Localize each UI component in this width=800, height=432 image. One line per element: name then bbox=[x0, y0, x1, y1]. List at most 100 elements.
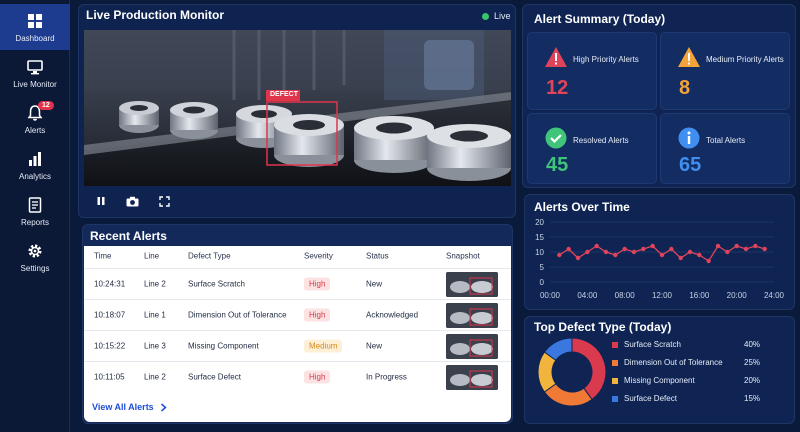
warning-icon bbox=[678, 47, 700, 67]
x-tick-label: 20:00 bbox=[727, 291, 748, 300]
x-tick-label: 00:00 bbox=[540, 291, 561, 300]
y-tick-label: 0 bbox=[540, 278, 545, 287]
row-line: Line 2 bbox=[144, 279, 166, 289]
row-line: Line 1 bbox=[144, 310, 166, 320]
data-point bbox=[687, 249, 693, 255]
fullscreen-button[interactable] bbox=[159, 195, 170, 207]
x-tick-label: 04:00 bbox=[577, 291, 598, 300]
row-status: New bbox=[366, 279, 383, 289]
card-label: Resolved Alerts bbox=[573, 136, 629, 145]
table-row[interactable]: 10:15:22 Line 3 Missing Component Medium… bbox=[84, 330, 511, 361]
warning-icon bbox=[545, 47, 567, 67]
video-controls bbox=[84, 188, 511, 214]
data-point bbox=[762, 246, 767, 252]
resolved-alerts-card[interactable]: Resolved Alerts 45 bbox=[527, 113, 657, 184]
y-tick-label: 15 bbox=[535, 233, 544, 242]
card-value: 45 bbox=[546, 154, 569, 176]
table-row[interactable]: 10:11:05 Line 2 Surface Defect High In P… bbox=[84, 361, 511, 392]
legend-label: Missing Component bbox=[624, 376, 695, 385]
high-priority-card[interactable]: High Priority Alerts 12 bbox=[527, 32, 657, 110]
legend-label: Surface Defect bbox=[624, 394, 677, 403]
sidebar-item-label: Reports bbox=[20, 217, 49, 227]
legend-item: Surface Defect 15% bbox=[612, 394, 762, 406]
row-status: In Progress bbox=[366, 372, 407, 382]
row-time: 10:11:05 bbox=[94, 372, 125, 382]
legend-swatch bbox=[612, 342, 618, 348]
data-point bbox=[743, 246, 749, 252]
row-line: Line 2 bbox=[144, 372, 166, 382]
table-row[interactable]: 10:24:31 Line 2 Surface Scratch High New bbox=[84, 268, 511, 299]
card-value: 65 bbox=[679, 154, 702, 176]
legend-item: Surface Scratch 40% bbox=[612, 340, 762, 352]
sidebar-item-live-monitor[interactable]: Live Monitor bbox=[0, 50, 70, 96]
legend-swatch bbox=[612, 396, 618, 402]
x-tick-label: 12:00 bbox=[652, 291, 673, 300]
snapshot-thumbnail[interactable] bbox=[446, 334, 498, 359]
medium-priority-card[interactable]: Medium Priority Alerts 8 bbox=[660, 32, 790, 110]
sidebar-item-analytics[interactable]: Analytics bbox=[0, 142, 70, 188]
severity-badge: High bbox=[304, 308, 331, 322]
legend-percent: 20% bbox=[744, 376, 761, 385]
data-point bbox=[585, 249, 590, 255]
defect-legend: Surface Scratch 40% Dimension Out of Toler… bbox=[524, 340, 795, 420]
legend-item: Missing Component 20% bbox=[612, 376, 762, 388]
legend-swatch bbox=[612, 378, 618, 384]
table-row[interactable]: 10:18:07 Line 1 Dimension Out of Toleran… bbox=[84, 299, 511, 330]
data-point bbox=[659, 252, 665, 258]
row-time: 10:15:22 bbox=[94, 341, 126, 351]
sidebar-item-dashboard[interactable]: Dashboard bbox=[0, 4, 70, 50]
alerts-count-badge: 12 bbox=[38, 101, 54, 110]
data-point bbox=[706, 258, 711, 264]
legend-label: Surface Scratch bbox=[624, 340, 681, 349]
legend-item: Dimension Out of Tolerance 25% bbox=[612, 358, 762, 370]
data-point bbox=[566, 246, 571, 252]
recent-alerts-table: Time Line Defect Type Severity Status Sn… bbox=[84, 246, 511, 422]
col-severity: Severity bbox=[304, 251, 333, 261]
snapshot-button[interactable] bbox=[126, 196, 139, 207]
live-indicator: Live bbox=[482, 11, 511, 21]
recent-alerts-title: Recent Alerts bbox=[90, 229, 167, 243]
data-point bbox=[603, 249, 609, 255]
col-time: Time bbox=[94, 251, 112, 261]
legend-percent: 40% bbox=[744, 340, 761, 349]
pause-button[interactable] bbox=[96, 196, 106, 206]
chevron-right-icon bbox=[160, 402, 167, 412]
data-point bbox=[697, 252, 702, 258]
sidebar-item-settings[interactable]: Settings bbox=[0, 234, 70, 280]
sidebar-item-label: Alerts bbox=[24, 125, 46, 135]
data-point bbox=[678, 255, 683, 261]
data-point bbox=[650, 243, 655, 249]
severity-badge: Medium bbox=[304, 339, 343, 353]
snapshot-thumbnail[interactable] bbox=[446, 272, 498, 297]
live-label: Live bbox=[494, 11, 511, 21]
y-tick-label: 20 bbox=[535, 218, 544, 227]
pause-icon bbox=[97, 197, 105, 205]
y-tick-label: 10 bbox=[535, 248, 544, 257]
snapshot-thumbnail[interactable] bbox=[446, 365, 498, 390]
row-time: 10:24:31 bbox=[94, 279, 126, 289]
col-status: Status bbox=[366, 251, 389, 261]
data-point bbox=[753, 243, 758, 249]
sidebar-item-label: Settings bbox=[20, 263, 50, 273]
sidebar-item-alerts[interactable]: 12 Alerts bbox=[0, 96, 70, 142]
top-defect-title: Top Defect Type (Today) bbox=[534, 320, 672, 334]
x-tick-label: 24:00 bbox=[764, 291, 785, 300]
sidebar: Dashboard Live Monitor 12 Alerts Analyti… bbox=[0, 0, 70, 432]
sidebar-item-label: Analytics bbox=[18, 171, 51, 181]
total-alerts-card[interactable]: Total Alerts 65 bbox=[660, 113, 790, 184]
page-title: Live Production Monitor bbox=[86, 8, 224, 22]
data-point bbox=[725, 249, 730, 255]
sidebar-item-label: Dashboard bbox=[15, 33, 55, 43]
dashboard-icon bbox=[28, 13, 42, 28]
alert-summary-title: Alert Summary (Today) bbox=[534, 12, 666, 26]
document-icon bbox=[28, 196, 42, 213]
snapshot-thumbnail[interactable] bbox=[446, 303, 498, 328]
view-all-label: View All Alerts bbox=[92, 402, 154, 412]
sidebar-item-reports[interactable]: Reports bbox=[0, 188, 70, 234]
legend-percent: 25% bbox=[744, 358, 761, 367]
factory-camera-image bbox=[84, 30, 511, 186]
live-video-feed[interactable]: DEFECT bbox=[84, 30, 511, 186]
row-line: Line 3 bbox=[144, 341, 166, 351]
data-point bbox=[557, 252, 562, 258]
view-all-alerts-link[interactable]: View All Alerts bbox=[92, 402, 167, 412]
